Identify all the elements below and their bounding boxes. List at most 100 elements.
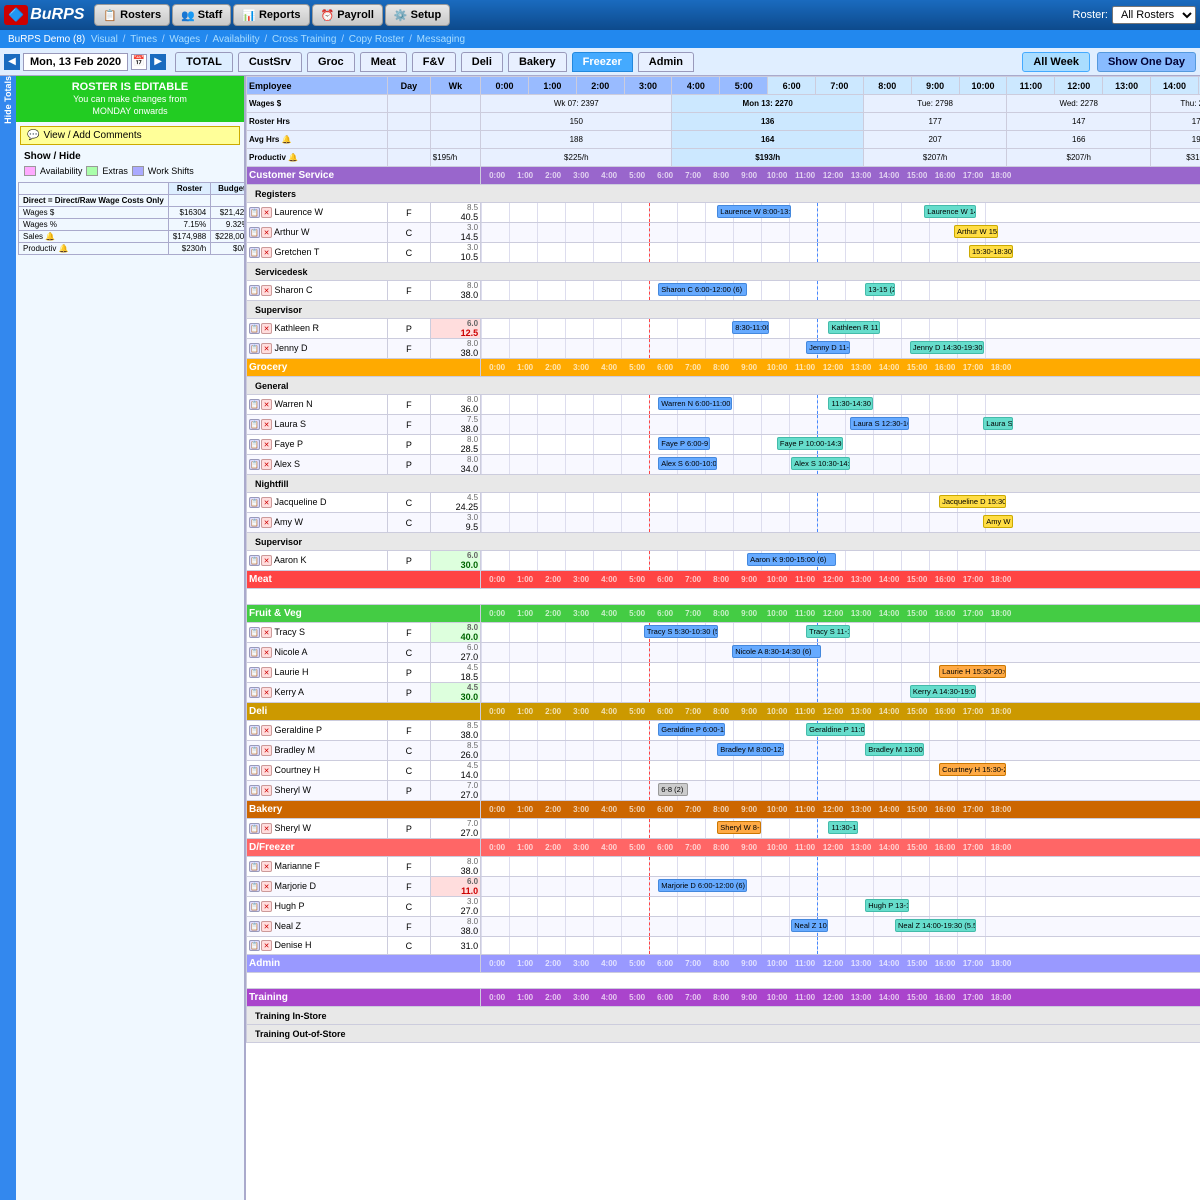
copy-icon[interactable]: 📋 bbox=[249, 207, 260, 218]
payroll-button[interactable]: ⏰ Payroll bbox=[312, 4, 383, 26]
copy-icon[interactable]: 📋 bbox=[249, 227, 260, 238]
shift-bar[interactable]: Arthur W 15-18 (3) bbox=[954, 225, 998, 238]
delete-icon[interactable]: ✕ bbox=[261, 399, 272, 410]
rosters-button[interactable]: 📋 Rosters bbox=[94, 4, 170, 26]
copy-icon[interactable]: 📋 bbox=[249, 399, 260, 410]
show-one-day-button[interactable]: Show One Day bbox=[1097, 52, 1196, 72]
copy-icon[interactable]: 📋 bbox=[249, 285, 260, 296]
shift-bar[interactable]: Laurence W 8:00-13:00 (5) bbox=[717, 205, 791, 218]
copy-icon[interactable]: 📋 bbox=[249, 343, 260, 354]
delete-icon[interactable]: ✕ bbox=[261, 881, 272, 892]
all-week-button[interactable]: All Week bbox=[1022, 52, 1090, 72]
copy-icon[interactable]: 📋 bbox=[249, 921, 260, 932]
copy-icon[interactable]: 📋 bbox=[249, 419, 260, 430]
copy-icon[interactable]: 📋 bbox=[249, 247, 260, 258]
copy-icon[interactable]: 📋 bbox=[249, 647, 260, 658]
delete-icon[interactable]: ✕ bbox=[261, 940, 272, 951]
tab-bakery[interactable]: Bakery bbox=[508, 52, 567, 72]
copy-icon[interactable]: 📋 bbox=[249, 765, 260, 776]
delete-icon[interactable]: ✕ bbox=[261, 861, 272, 872]
delete-icon[interactable]: ✕ bbox=[261, 497, 272, 508]
copy-icon[interactable]: 📋 bbox=[249, 439, 260, 450]
tab-deli[interactable]: Deli bbox=[461, 52, 503, 72]
shift-bar[interactable]: Jenny D 14:30-19:30 (5) bbox=[910, 341, 984, 354]
tab-custsrv[interactable]: CustSrv bbox=[238, 52, 302, 72]
shift-bar[interactable]: Sharon C 6:00-12:00 (6) bbox=[658, 283, 747, 296]
shift-bar[interactable]: Alex S 6:00-10:00 (4) bbox=[658, 457, 717, 470]
tab-freezer[interactable]: Freezer bbox=[572, 52, 633, 72]
shift-bar[interactable]: Aaron K 9:00-15:00 (6) bbox=[747, 553, 836, 566]
shift-bar[interactable]: Courtney H 15:30-20:00 (4 bbox=[939, 763, 1006, 776]
shift-bar[interactable]: Amy W bbox=[983, 515, 1013, 528]
shift-bar[interactable]: Faye P 6:00-9:30 (3.5) bbox=[658, 437, 710, 450]
shift-bar[interactable]: 11:30-13:30 bbox=[828, 821, 858, 834]
shift-bar[interactable]: 15:30-18:30 (3) bbox=[969, 245, 1013, 258]
shift-bar[interactable]: Bradley M 13:00-17:00 (4) bbox=[865, 743, 924, 756]
delete-icon[interactable]: ✕ bbox=[261, 285, 272, 296]
delete-icon[interactable]: ✕ bbox=[261, 765, 272, 776]
delete-icon[interactable]: ✕ bbox=[261, 227, 272, 238]
shift-bar[interactable]: Geraldine P 6:00-10:30 (4.5) bbox=[658, 723, 725, 736]
shift-bar[interactable]: Sheryl W 8-11 (3) bbox=[717, 821, 761, 834]
shift-bar[interactable]: 6-8 (2) bbox=[658, 783, 688, 796]
shift-bar[interactable]: Laurence W 14-17:30 bbox=[924, 205, 976, 218]
shift-bar[interactable]: Laura S 17- bbox=[983, 417, 1013, 430]
shift-bar[interactable]: 8:30-11:00 (2.5) bbox=[732, 321, 769, 334]
tab-fv[interactable]: F&V bbox=[412, 52, 456, 72]
shift-bar[interactable]: Nicole A 8:30-14:30 (6) bbox=[732, 645, 821, 658]
delete-icon[interactable]: ✕ bbox=[261, 419, 272, 430]
delete-icon[interactable]: ✕ bbox=[261, 901, 272, 912]
delete-icon[interactable]: ✕ bbox=[261, 459, 272, 470]
copy-icon[interactable]: 📋 bbox=[249, 459, 260, 470]
shift-bar[interactable]: Faye P 10:00-14:30 (4.5) bbox=[777, 437, 844, 450]
shift-bar[interactable]: Bradley M 8:00-12:30 (4.5) bbox=[717, 743, 784, 756]
delete-icon[interactable]: ✕ bbox=[261, 647, 272, 658]
delete-icon[interactable]: ✕ bbox=[261, 921, 272, 932]
shift-bar[interactable]: Marjorie D 6:00-12:00 (6) bbox=[658, 879, 747, 892]
calendar-icon[interactable]: 📅 bbox=[131, 54, 147, 70]
copy-icon[interactable]: 📋 bbox=[249, 901, 260, 912]
shift-bar[interactable]: Neal Z 14:00-19:30 (5.5) bbox=[895, 919, 976, 932]
shift-bar[interactable]: 11:30-14:30 (3) bbox=[828, 397, 872, 410]
tab-meat[interactable]: Meat bbox=[360, 52, 407, 72]
hide-totals-sidebar[interactable]: Hide Totals bbox=[0, 76, 16, 1200]
shift-bar[interactable]: Geraldine P 11:00-15:00 (4) bbox=[806, 723, 865, 736]
delete-icon[interactable]: ✕ bbox=[261, 785, 272, 796]
copy-icon[interactable]: 📋 bbox=[249, 823, 260, 834]
roster-dropdown[interactable]: All Rosters bbox=[1112, 6, 1196, 24]
setup-button[interactable]: ⚙️ Setup bbox=[385, 4, 450, 26]
delete-icon[interactable]: ✕ bbox=[261, 247, 272, 258]
delete-icon[interactable]: ✕ bbox=[261, 823, 272, 834]
copy-icon[interactable]: 📋 bbox=[249, 881, 260, 892]
copy-icon[interactable]: 📋 bbox=[249, 497, 260, 508]
shift-bar[interactable]: Alex S 10:30-14:30 (4) bbox=[791, 457, 850, 470]
view-comments-button[interactable]: 💬 View / Add Comments bbox=[20, 126, 240, 145]
copy-icon[interactable]: 📋 bbox=[249, 323, 260, 334]
shift-bar[interactable]: Tracy S 5:30-10:30 (5) bbox=[644, 625, 718, 638]
main-roster-scroll[interactable]: Employee Day Wk 0:00 1:00 2:00 3:00 4:00… bbox=[246, 76, 1200, 1200]
shift-bar[interactable]: Laura S 12:30-16:30 (4) bbox=[850, 417, 909, 430]
copy-icon[interactable]: 📋 bbox=[249, 725, 260, 736]
copy-icon[interactable]: 📋 bbox=[249, 745, 260, 756]
copy-icon[interactable]: 📋 bbox=[249, 555, 260, 566]
copy-icon[interactable]: 📋 bbox=[249, 667, 260, 678]
staff-button[interactable]: 👥 Staff bbox=[172, 4, 231, 26]
tab-total[interactable]: TOTAL bbox=[175, 52, 233, 72]
shift-bar[interactable]: Neal Z 10:30-13 bbox=[791, 919, 828, 932]
delete-icon[interactable]: ✕ bbox=[261, 439, 272, 450]
delete-icon[interactable]: ✕ bbox=[261, 343, 272, 354]
copy-icon[interactable]: 📋 bbox=[249, 687, 260, 698]
copy-icon[interactable]: 📋 bbox=[249, 517, 260, 528]
delete-icon[interactable]: ✕ bbox=[261, 207, 272, 218]
copy-icon[interactable]: 📋 bbox=[249, 785, 260, 796]
shift-bar[interactable]: Kerry A 14:30-19:00 (4.5) bbox=[910, 685, 977, 698]
shift-bar[interactable]: Jenny D 11-14 (3) bbox=[806, 341, 850, 354]
reports-button[interactable]: 📊 Reports bbox=[233, 4, 309, 26]
shift-bar[interactable]: Jacqueline D 15:30-20:00 bbox=[939, 495, 1006, 508]
delete-icon[interactable]: ✕ bbox=[261, 745, 272, 756]
next-date-button[interactable]: ▶ bbox=[150, 54, 166, 70]
delete-icon[interactable]: ✕ bbox=[261, 517, 272, 528]
shift-bar[interactable]: Warren N 6:00-11:00 (5) bbox=[658, 397, 732, 410]
copy-icon[interactable]: 📋 bbox=[249, 627, 260, 638]
delete-icon[interactable]: ✕ bbox=[261, 667, 272, 678]
